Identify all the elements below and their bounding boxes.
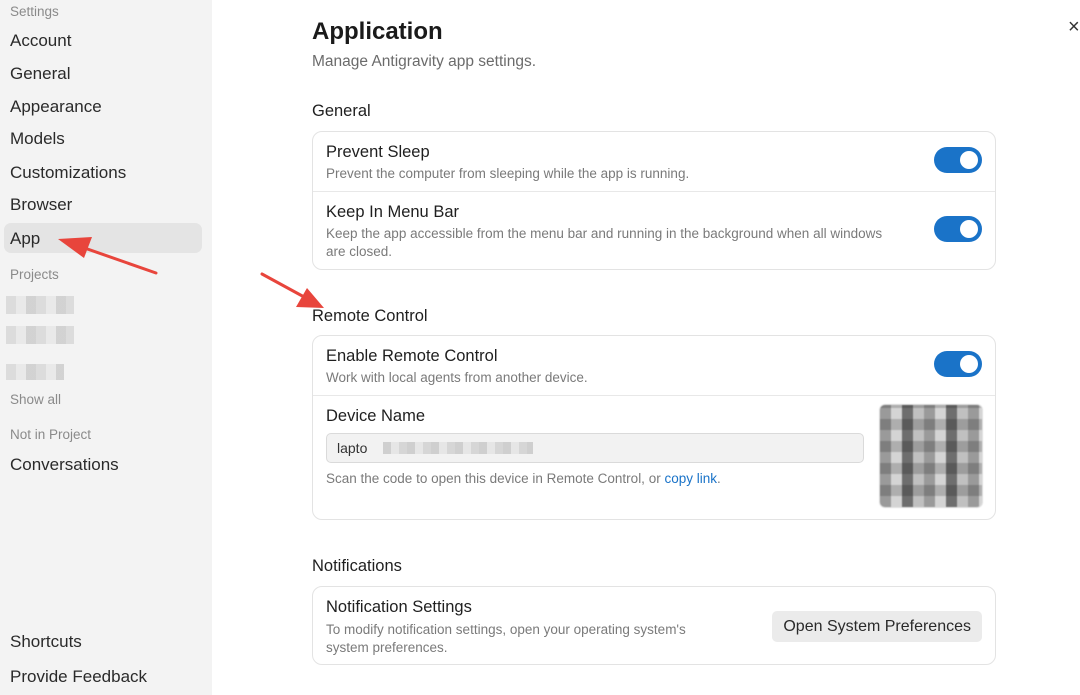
section-notifications-heading: Notifications [312,557,402,575]
copy-link[interactable]: copy link [664,471,717,486]
sidebar-item-appearance[interactable]: Appearance [10,97,102,117]
show-all-link[interactable]: Show all [10,392,61,407]
notification-settings-desc-line1: To modify notification settings, open yo… [326,622,686,637]
scan-code-text: Scan the code to open this device in Rem… [326,470,721,488]
enable-remote-title: Enable Remote Control [326,347,498,365]
scan-code-label: Scan the code to open this device in Rem… [326,471,665,486]
project-item-blurred[interactable] [6,364,64,380]
enable-remote-desc: Work with local agents from another devi… [326,370,588,385]
page-title: Application [312,18,443,45]
sidebar-item-account[interactable]: Account [10,31,71,51]
project-item-blurred[interactable] [6,296,74,314]
divider [313,395,995,396]
sidebar-item-app[interactable]: App [10,229,40,249]
device-name-title: Device Name [326,407,426,425]
toggle-knob [960,220,978,238]
notifications-card: Notification Settings To modify notifica… [312,586,996,665]
toggle-knob [960,151,978,169]
sidebar-item-general[interactable]: General [10,64,70,84]
sidebar-item-feedback[interactable]: Provide Feedback [10,667,147,687]
general-card: Prevent Sleep Prevent the computer from … [312,131,996,270]
sidebar-item-customizations[interactable]: Customizations [10,163,126,183]
sidebar-item-conversations[interactable]: Conversations [10,455,119,475]
menu-bar-title: Keep In Menu Bar [326,203,459,221]
menu-bar-row: Keep In Menu Bar Keep the app accessible… [313,192,995,270]
not-in-project-header: Not in Project [10,427,92,442]
remote-card: Enable Remote Control Work with local ag… [312,335,996,520]
scan-code-period: . [716,471,721,486]
projects-header: Projects [10,267,59,282]
prevent-sleep-desc: Prevent the computer from sleeping while… [326,166,690,181]
settings-header: Settings [10,4,59,19]
project-item-blurred[interactable] [6,326,74,344]
device-name-blurred [383,442,533,454]
sidebar: Settings Account General Appearance Mode… [0,0,212,695]
section-remote-heading: Remote Control [312,307,428,325]
menu-bar-desc-line2: are closed. [326,244,393,259]
open-system-preferences-button[interactable]: Open System Preferences [772,611,982,642]
sidebar-item-browser[interactable]: Browser [10,195,72,215]
prevent-sleep-toggle[interactable] [934,147,982,173]
prevent-sleep-row: Prevent Sleep Prevent the computer from … [313,132,995,192]
section-general-heading: General [312,102,371,120]
sidebar-item-shortcuts[interactable]: Shortcuts [10,632,82,652]
page-subtitle: Manage Antigravity app settings. [312,53,537,70]
close-icon[interactable]: × [1068,16,1080,39]
settings-content: Application Manage Antigravity app setti… [312,0,998,695]
notification-settings-title: Notification Settings [326,598,472,616]
menu-bar-toggle[interactable] [934,216,982,242]
enable-remote-toggle[interactable] [934,351,982,377]
menu-bar-desc-line1: Keep the app accessible from the menu ba… [326,226,883,241]
notification-settings-desc-line2: system preferences. [326,640,448,655]
sidebar-item-models[interactable]: Models [10,129,65,149]
qr-code-image [879,404,983,508]
toggle-knob [960,355,978,373]
enable-remote-row: Enable Remote Control Work with local ag… [313,336,995,396]
prevent-sleep-title: Prevent Sleep [326,143,430,161]
